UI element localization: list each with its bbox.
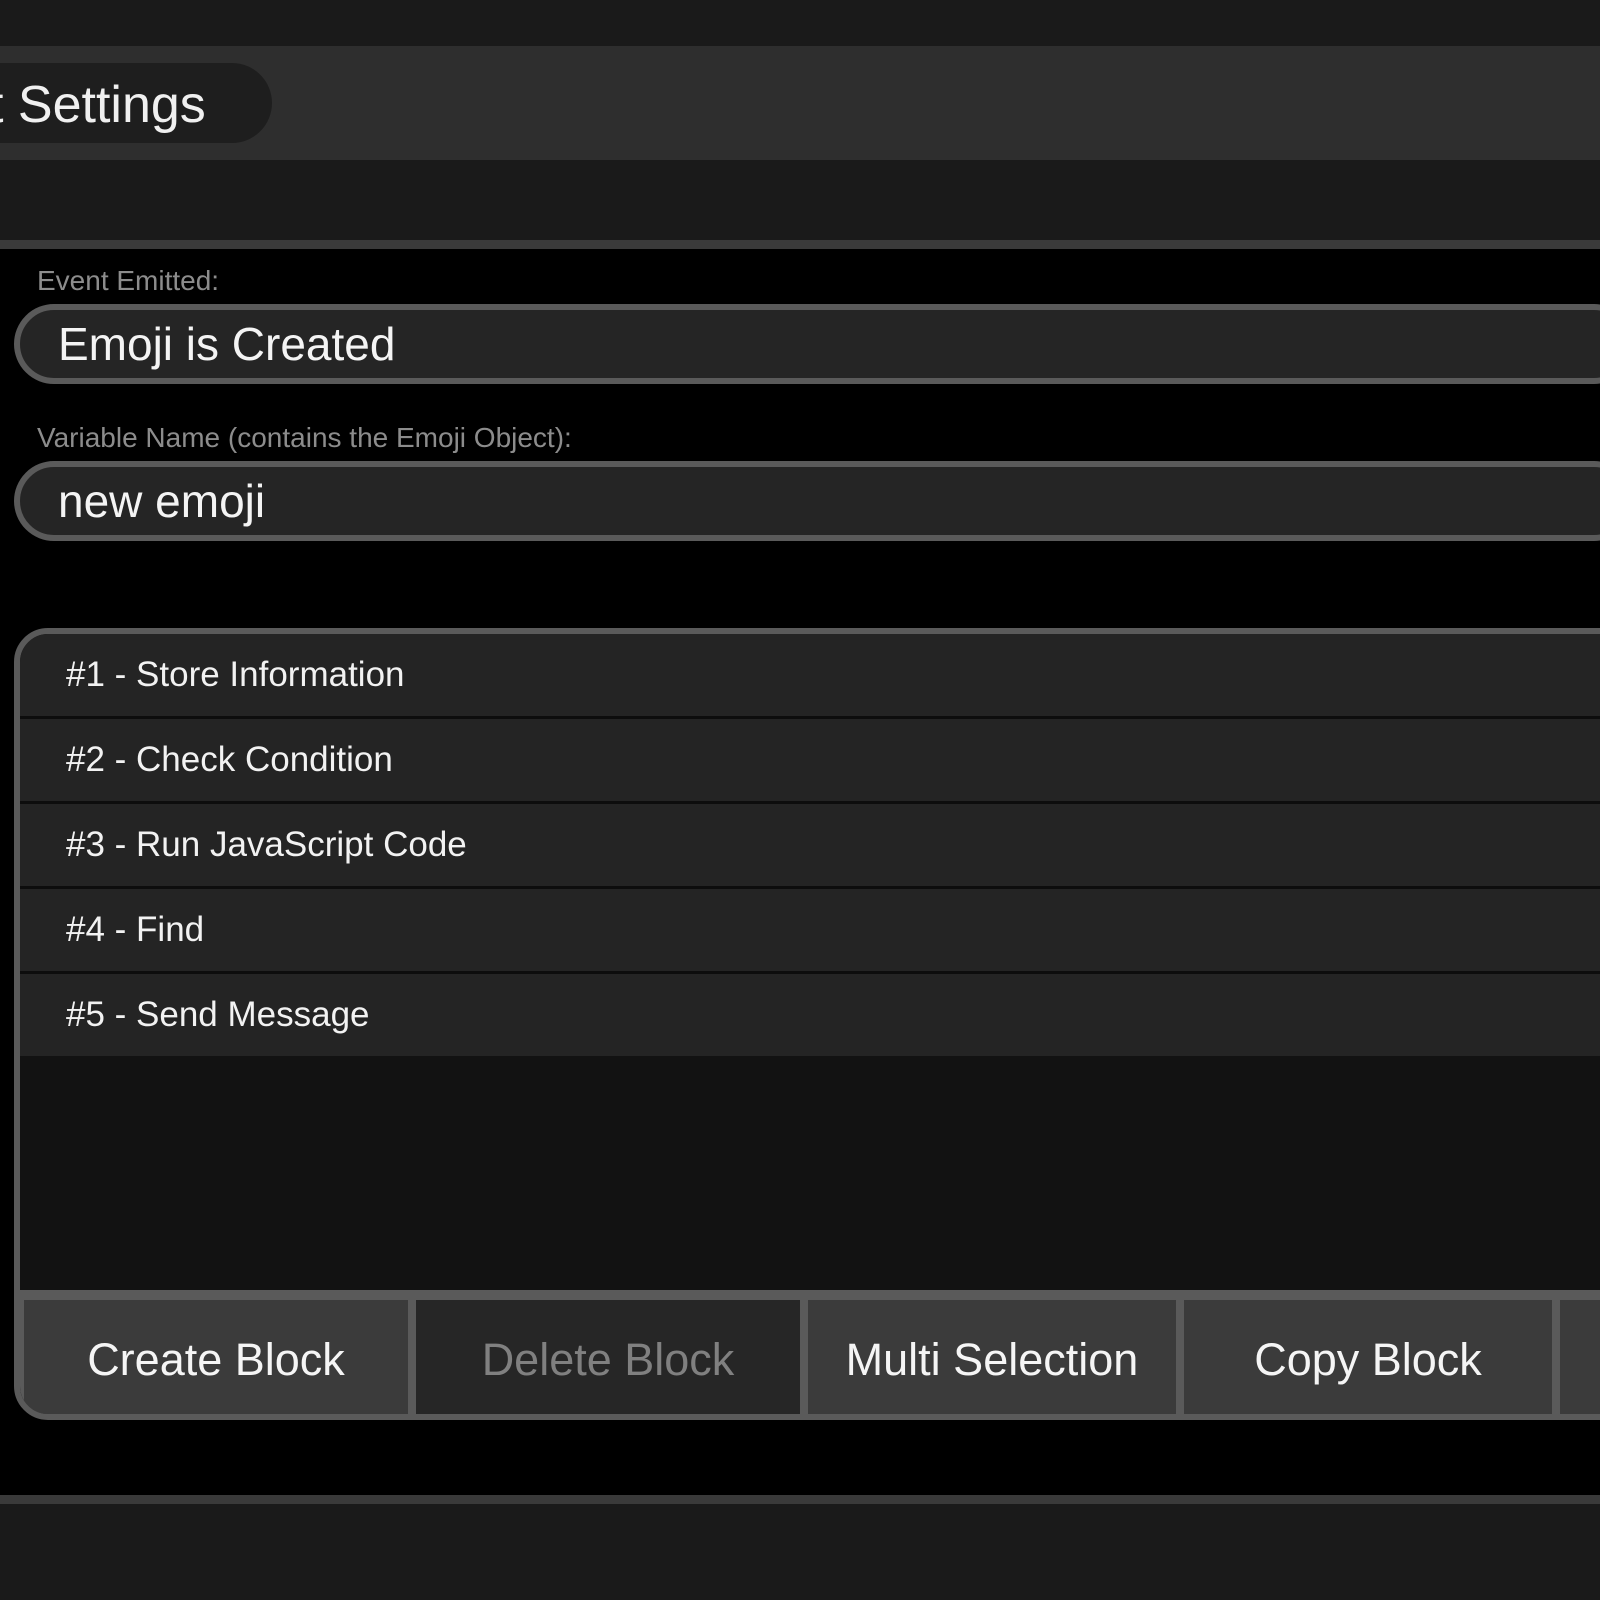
blocks-panel: #1 - Store Information #2 - Check Condit… [14, 628, 1600, 1420]
block-list: #1 - Store Information #2 - Check Condit… [20, 634, 1600, 1056]
block-item-store-information[interactable]: #1 - Store Information [20, 634, 1600, 719]
event-emitted-field[interactable] [14, 304, 1600, 384]
variable-name-label: Variable Name (contains the Emoji Object… [37, 422, 572, 453]
more-actions-button[interactable] [1560, 1300, 1600, 1414]
divider [0, 240, 1600, 249]
multi-selection-button[interactable]: Multi Selection [808, 1300, 1176, 1414]
block-item-run-javascript-code[interactable]: #3 - Run JavaScript Code [20, 804, 1600, 889]
delete-block-button[interactable]: Delete Block [416, 1300, 800, 1414]
top-strip [0, 0, 1600, 46]
event-emitted-label: Event Emitted: [37, 265, 220, 296]
create-block-button[interactable]: Create Block [24, 1300, 408, 1414]
block-item-send-message[interactable]: #5 - Send Message [20, 974, 1600, 1056]
block-actions-bar: Create Block Delete Block Multi Selectio… [20, 1290, 1600, 1414]
toolbar-area [0, 160, 1600, 240]
footer-divider [0, 1495, 1600, 1504]
copy-block-button[interactable]: Copy Block [1184, 1300, 1552, 1414]
app-root: t Settings Event Emitted: Variable Name … [0, 0, 1600, 1600]
block-item-check-condition[interactable]: #2 - Check Condition [20, 719, 1600, 804]
variable-name-field[interactable] [14, 461, 1600, 541]
block-item-find[interactable]: #4 - Find [20, 889, 1600, 974]
footer-bar [0, 1504, 1600, 1600]
page-title: t Settings [0, 76, 206, 134]
